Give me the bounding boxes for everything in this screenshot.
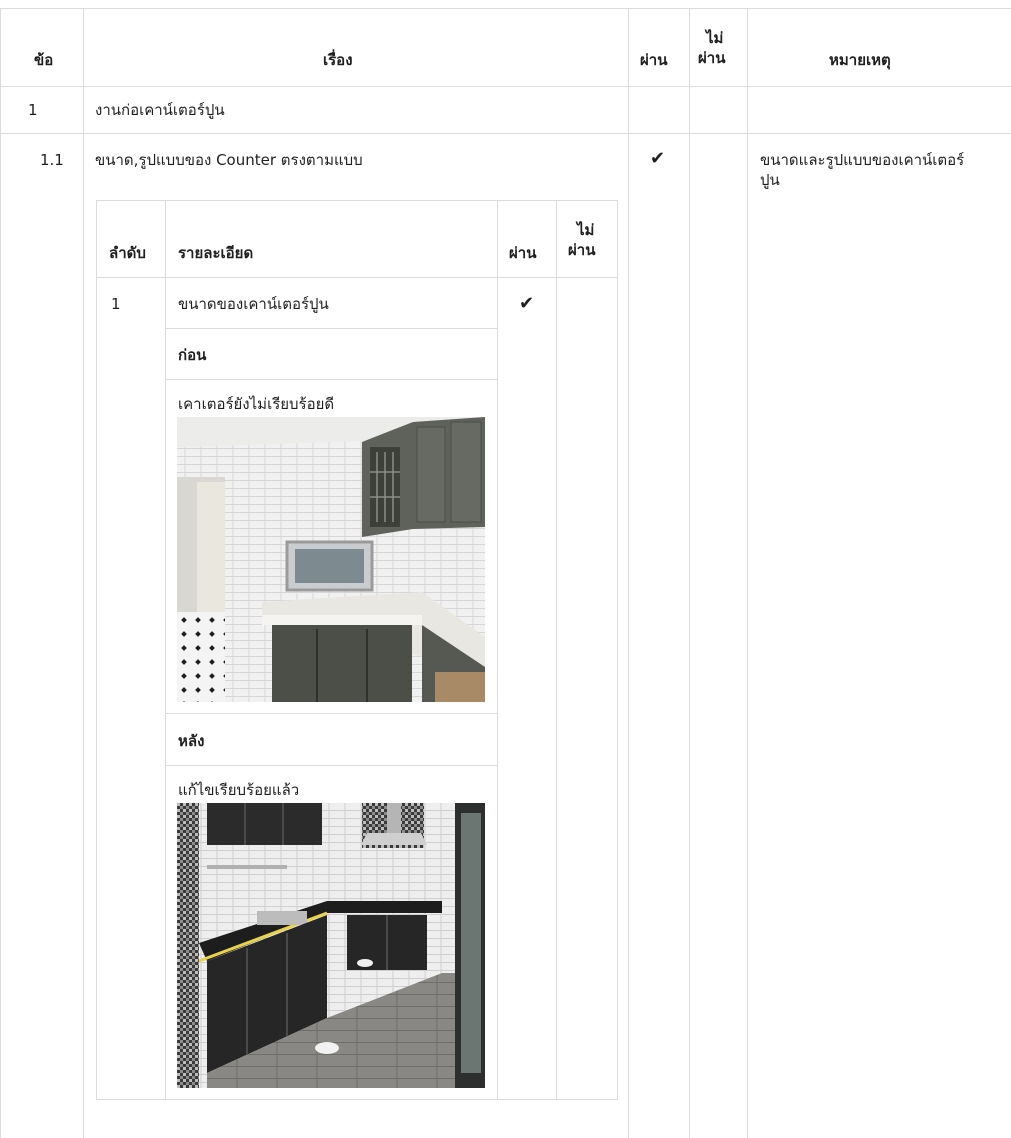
- item-remark-line1: ขนาดและรูปแบบของเคาน์เตอร์: [760, 151, 965, 169]
- item-title: ขนาด,รูปแบบของ Counter ตรงตามแบบ: [95, 151, 363, 169]
- section-title: งานก่อเคาน์เตอร์ปูน: [95, 101, 225, 119]
- header-remark: หมายเหตุ: [829, 51, 891, 69]
- outer-border-top: [0, 8, 1011, 9]
- header-fail-line1: ไม่: [706, 29, 724, 47]
- before-caption: เคาเตอร์ยังไม่เรียบร้อยดี: [178, 395, 335, 413]
- pass-check-icon: ✔: [650, 148, 666, 169]
- outer-col-divider-3: [689, 8, 690, 1138]
- checklist-page: { "headers": { "no": "ข้อ", "topic": "เร…: [0, 0, 1011, 1138]
- inner-border-left: [96, 200, 97, 1100]
- after-label: หลัง: [178, 732, 205, 750]
- inner-header-order: ลำดับ: [109, 244, 146, 262]
- outer-section-divider: [0, 133, 1011, 134]
- inner-header-fail-line1: ไม่: [577, 221, 595, 239]
- inner-col-divider-3: [556, 200, 557, 1100]
- outer-col-divider-4: [747, 8, 748, 1138]
- header-fail-line2: ผ่าน: [698, 49, 726, 67]
- inner-header-divider: [96, 277, 617, 278]
- outer-col-divider-1: [83, 8, 84, 1138]
- outer-border-left: [0, 8, 1, 1138]
- header-no: ข้อ: [34, 51, 54, 69]
- item-remark-line2: ปูน: [760, 171, 780, 189]
- outer-col-divider-2: [628, 8, 629, 1138]
- header-pass: ผ่าน: [640, 51, 668, 69]
- inner-pass-check-icon: ✔: [519, 293, 535, 314]
- inner-row-detail: ขนาดของเคาน์เตอร์ปูน: [178, 295, 329, 313]
- kitchen-photo-after: [177, 803, 485, 1088]
- inner-col-divider-1: [165, 200, 166, 1100]
- inner-header-pass: ผ่าน: [509, 244, 537, 262]
- inner-header-fail-line2: ผ่าน: [568, 241, 596, 259]
- inner-col-divider-2: [497, 200, 498, 1100]
- inner-border-right: [617, 200, 618, 1100]
- kitchen-photo-before: [177, 417, 485, 702]
- inner-border-bottom: [96, 1099, 617, 1100]
- inner-border-top: [96, 200, 617, 201]
- before-label: ก่อน: [178, 346, 207, 364]
- item-no: 1.1: [40, 151, 64, 169]
- inner-row-divider-1: [165, 328, 497, 329]
- header-topic: เรื่อง: [323, 51, 353, 69]
- inner-row-divider-3: [165, 713, 497, 714]
- inner-row-divider-4: [165, 765, 497, 766]
- outer-header-divider: [0, 86, 1011, 87]
- section-no: 1: [28, 101, 38, 119]
- inner-header-detail: รายละเอียด: [178, 244, 254, 262]
- inner-row-order: 1: [111, 295, 121, 313]
- inner-row-divider-2: [165, 379, 497, 380]
- after-caption: แก้ไขเรียบร้อยแล้ว: [178, 781, 300, 799]
